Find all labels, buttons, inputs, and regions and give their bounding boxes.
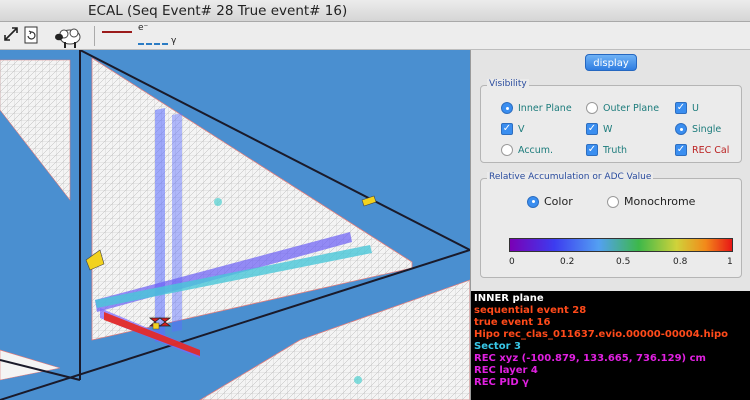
accum-radio[interactable]: Accum. xyxy=(501,144,553,156)
visibility-group: Visibility Inner Plane Outer Plane ✓ U ✓ V… xyxy=(480,79,742,163)
check-on-icon: ✓ xyxy=(501,123,513,135)
u-strip-hit[interactable] xyxy=(155,108,165,342)
truth-marker-2[interactable] xyxy=(354,376,362,384)
radio-on-icon xyxy=(527,195,539,208)
scale-tick-0-8: 0.8 xyxy=(673,257,688,267)
toolbar-separator xyxy=(94,26,95,46)
toolbar: e⁻ γ xyxy=(0,22,750,50)
photon-legend-label: γ xyxy=(171,36,177,46)
scale-tick-0-5: 0.5 xyxy=(616,257,631,267)
w-checkbox[interactable]: ✓ W xyxy=(586,123,612,135)
expand-arrow-icon[interactable] xyxy=(0,25,22,47)
check-on-icon: ✓ xyxy=(586,123,598,135)
truth-marker[interactable] xyxy=(214,198,222,206)
ecal-detector-view[interactable] xyxy=(0,50,470,400)
info-line-plane: INNER plane xyxy=(474,293,544,304)
color-radio[interactable]: Color xyxy=(527,195,573,208)
ecal-canvas[interactable] xyxy=(0,50,470,400)
visibility-title: Visibility xyxy=(487,79,529,89)
refresh-page-icon[interactable] xyxy=(20,25,42,47)
u-checkbox[interactable]: ✓ U xyxy=(675,102,699,114)
outer-plane-radio[interactable]: Outer Plane xyxy=(586,102,659,114)
check-on-icon: ✓ xyxy=(586,144,598,156)
radio-off-icon xyxy=(607,195,619,208)
event-info-panel: INNER plane sequential event 28 true eve… xyxy=(471,291,750,400)
display-button[interactable]: display xyxy=(585,54,637,71)
scale-tick-0-2: 0.2 xyxy=(560,257,575,267)
info-line-rec-xyz: REC xyz (-100.879, 133.665, 736.129) cm xyxy=(474,353,706,364)
truth-checkbox[interactable]: ✓ Truth xyxy=(586,144,627,156)
photon-legend-line xyxy=(138,43,168,45)
hit-marker-small[interactable] xyxy=(152,322,160,330)
electron-legend-line xyxy=(102,31,132,33)
monochrome-radio[interactable]: Monochrome xyxy=(607,195,695,208)
scale-tick-0: 0 xyxy=(509,257,515,267)
electron-legend-label: e⁻ xyxy=(138,23,149,33)
window-title: ECAL (Seq Event# 28 True event# 16) xyxy=(88,3,348,19)
info-line-hipo-file: Hipo rec_clas_011637.evio.00000-00004.hi… xyxy=(474,329,729,340)
sheep-icon[interactable] xyxy=(52,25,84,48)
info-line-sector: Sector 3 xyxy=(474,341,521,352)
info-line-seq-event: sequential event 28 xyxy=(474,305,587,316)
accumulation-title: Relative Accumulation or ADC Value xyxy=(487,172,654,182)
radio-off-icon xyxy=(501,144,513,156)
accumulation-group: Relative Accumulation or ADC Value Color… xyxy=(480,172,742,278)
check-on-icon: ✓ xyxy=(675,102,687,114)
info-line-rec-layer: REC layer 4 xyxy=(474,365,538,376)
control-panel: display Visibility Inner Plane Outer Pla… xyxy=(470,50,750,400)
radio-on-icon xyxy=(501,102,513,114)
scale-tick-1: 1 xyxy=(727,257,733,267)
radio-on-icon xyxy=(675,123,687,135)
info-line-rec-pid: REC PID γ xyxy=(474,377,529,388)
v-checkbox[interactable]: ✓ V xyxy=(501,123,525,135)
color-scale-bar xyxy=(509,238,733,252)
radio-off-icon xyxy=(586,102,598,114)
window-titlebar: ECAL (Seq Event# 28 True event# 16) xyxy=(0,0,750,22)
inner-plane-radio[interactable]: Inner Plane xyxy=(501,102,572,114)
check-on-icon: ✓ xyxy=(675,144,687,156)
info-line-true-event: true event 16 xyxy=(474,317,551,328)
rec-cal-checkbox[interactable]: ✓ REC Cal xyxy=(675,144,729,156)
u-strip-hit-2[interactable] xyxy=(172,113,182,332)
single-radio[interactable]: Single xyxy=(675,123,721,135)
